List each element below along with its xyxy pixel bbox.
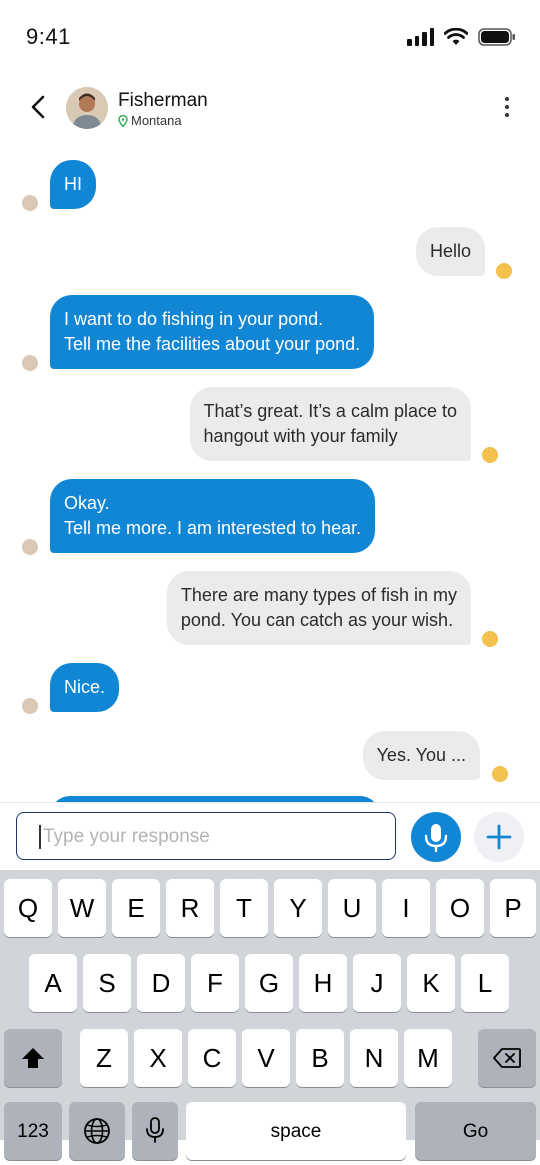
status-time: 9:41 [26, 24, 71, 49]
go-key[interactable]: Go [415, 1102, 536, 1160]
message-text: hangout with your family [203, 426, 398, 446]
numbers-key[interactable]: 123 [4, 1102, 62, 1160]
dictation-key[interactable] [132, 1102, 178, 1160]
key-e[interactable]: E [112, 879, 160, 937]
contact-location: Montana [118, 113, 182, 128]
message-text: That’s great. It’s a calm place to [203, 401, 457, 421]
location-label: Montana [131, 113, 182, 128]
key-x[interactable]: X [134, 1029, 182, 1087]
shift-arrow-icon [22, 1048, 44, 1068]
key-o[interactable]: O [436, 879, 484, 937]
key-p[interactable]: P [490, 879, 536, 937]
message-text: Yes. You ... [376, 745, 466, 765]
key-g[interactable]: G [245, 954, 293, 1012]
plus-icon [486, 824, 512, 850]
key-f[interactable]: F [191, 954, 239, 1012]
message-text: HI [64, 174, 82, 194]
message-text: There are many types of fish in my [180, 585, 457, 605]
user-avatar [496, 263, 512, 279]
key-d[interactable]: D [137, 954, 185, 1012]
more-options-icon[interactable] [504, 95, 510, 119]
key-n[interactable]: N [350, 1029, 398, 1087]
message-text: Tell me more. I am interested to hear. [64, 518, 362, 538]
key-w[interactable]: W [58, 879, 106, 937]
key-j[interactable]: J [353, 954, 401, 1012]
message-composer: Type your response [0, 802, 540, 871]
sender-avatar [22, 195, 38, 211]
backspace-key[interactable] [478, 1029, 536, 1087]
message-text: Tell me the facilities about your pond. [64, 334, 361, 354]
avatar[interactable] [66, 87, 108, 129]
outgoing-message: Yes. You ... [362, 731, 480, 780]
sender-avatar [22, 355, 38, 371]
incoming-message: Okay. Tell me more. I am interested to h… [50, 479, 376, 553]
outgoing-message: Hello [415, 227, 485, 276]
key-q[interactable]: Q [4, 879, 52, 937]
key-c[interactable]: C [188, 1029, 236, 1087]
key-u[interactable]: U [328, 879, 376, 937]
incoming-message: HI [50, 160, 96, 209]
message-text: I want to do fishing in your pond. [64, 309, 324, 329]
microphone-icon [424, 824, 448, 853]
user-avatar [492, 766, 508, 782]
wifi-icon [444, 28, 468, 45]
backspace-icon [493, 1048, 521, 1068]
text-caret [39, 825, 41, 849]
key-a[interactable]: A [29, 954, 77, 1012]
key-r[interactable]: R [166, 879, 214, 937]
battery-icon [478, 28, 515, 46]
message-text: pond. You can catch as your wish. [180, 610, 454, 630]
outgoing-message: There are many types of fish in my pond.… [166, 571, 471, 645]
key-b[interactable]: B [296, 1029, 344, 1087]
person-avatar-icon [66, 87, 108, 129]
message-text: Nice. [64, 677, 106, 697]
globe-key[interactable] [69, 1102, 125, 1160]
key-v[interactable]: V [242, 1029, 290, 1087]
sender-avatar [22, 698, 38, 714]
key-s[interactable]: S [83, 954, 131, 1012]
user-avatar [482, 631, 498, 647]
shift-key[interactable] [4, 1029, 62, 1087]
key-i[interactable]: I [382, 879, 430, 937]
response-input[interactable]: Type your response [16, 812, 396, 860]
voice-record-button[interactable] [411, 812, 461, 862]
input-placeholder: Type your response [43, 826, 210, 847]
user-avatar [482, 447, 498, 463]
status-bar: 9:41 [0, 0, 540, 70]
contact-name: Fisherman [118, 90, 208, 111]
location-pin-icon [118, 114, 128, 127]
incoming-message: Nice. [50, 663, 120, 712]
key-m[interactable]: M [404, 1029, 452, 1087]
message-list[interactable]: HI Hello I want to do fishing in your po… [0, 150, 540, 802]
incoming-message: I want to do fishing in your pond. Tell … [50, 295, 375, 369]
add-attachment-button[interactable] [474, 812, 524, 862]
key-l[interactable]: L [461, 954, 509, 1012]
message-text: Okay. [64, 493, 110, 513]
sender-avatar [22, 539, 38, 555]
outgoing-message: That’s great. It’s a calm place to hango… [189, 387, 471, 461]
key-h[interactable]: H [299, 954, 347, 1012]
key-k[interactable]: K [407, 954, 455, 1012]
cellular-signal-icon [407, 28, 434, 46]
key-z[interactable]: Z [80, 1029, 128, 1087]
onscreen-keyboard: Q W E R T Y U I O P A S D F G H J K L Z … [0, 870, 540, 1160]
message-text: Hello [429, 241, 471, 261]
back-arrow-icon[interactable] [26, 94, 52, 120]
chat-header: Fisherman Montana [0, 80, 540, 140]
status-icons [407, 28, 516, 46]
key-t[interactable]: T [220, 879, 268, 937]
space-key[interactable]: space [186, 1102, 406, 1160]
key-y[interactable]: Y [274, 879, 322, 937]
globe-icon [84, 1118, 110, 1144]
